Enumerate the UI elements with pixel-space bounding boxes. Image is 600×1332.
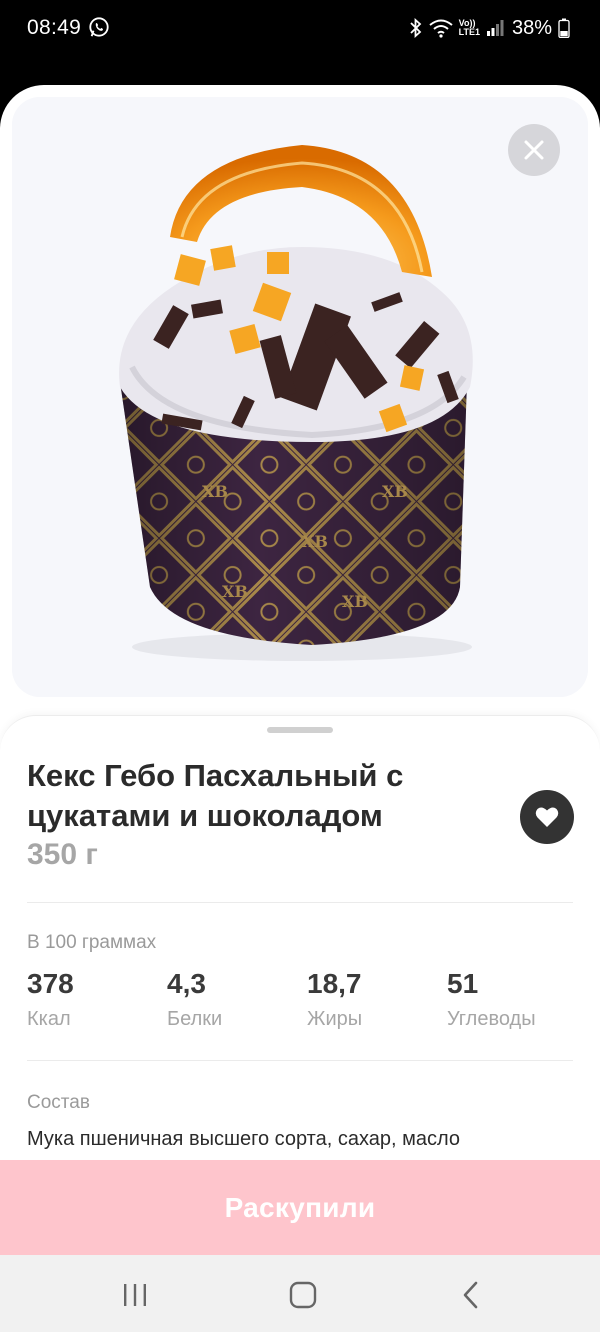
bluetooth-icon xyxy=(409,18,421,38)
status-icons: Vo)) LTE1 38% xyxy=(409,16,570,40)
wifi-icon xyxy=(428,19,453,38)
nutrition-item-kcal: 378 Ккал xyxy=(27,968,74,1031)
back-button[interactable] xyxy=(451,1275,491,1315)
wrapper-monogram: ХВ xyxy=(382,482,408,501)
close-button[interactable] xyxy=(508,124,560,176)
nutrition-item-protein: 4,3 Белки xyxy=(167,968,222,1031)
divider xyxy=(27,1060,573,1061)
drag-handle[interactable] xyxy=(267,727,333,733)
nutrition-value: 51 xyxy=(447,968,479,999)
nutrition-unit: Ккал xyxy=(27,1008,71,1030)
back-icon xyxy=(463,1281,478,1309)
signal-icon xyxy=(486,20,504,36)
nutrition-unit: Углеводы xyxy=(447,1008,536,1030)
product-image: ХВ ХВ ХВ ХВ ХВ xyxy=(12,97,588,697)
home-button[interactable] xyxy=(283,1275,323,1315)
nutrition-item-fat: 18,7 Жиры xyxy=(307,968,362,1031)
product-sheet: ХВ ХВ ХВ ХВ ХВ Кекс Гебо Пасхальный с цу… xyxy=(0,85,600,1255)
battery-percent: 38% xyxy=(511,16,552,39)
composition-label: Состав xyxy=(27,1092,90,1113)
product-title: Кекс Гебо Пасхальный с цукатами и шокола… xyxy=(27,758,404,833)
nutrition-value: 4,3 xyxy=(167,968,206,999)
wrapper-monogram: ХВ xyxy=(222,582,248,601)
status-time: 08:49 xyxy=(27,16,82,39)
nutrition-item-carbs: 51 Углеводы xyxy=(447,968,536,1031)
recent-apps-icon xyxy=(124,1284,146,1306)
nutrition-label: В 100 граммах xyxy=(27,932,157,953)
nutrition-value: 18,7 xyxy=(307,968,362,999)
divider xyxy=(27,902,573,903)
wrapper-monogram: ХВ xyxy=(342,592,368,611)
composition-text: Мука пшеничная высшего сорта, сахар, мас… xyxy=(27,1128,460,1150)
nutrition-value: 378 xyxy=(27,968,74,999)
product-weight: 350 г xyxy=(27,838,98,871)
nutrition-unit: Белки xyxy=(167,1008,223,1030)
volte-icon: Vo)) LTE1 xyxy=(459,19,480,37)
favorite-button[interactable] xyxy=(520,790,574,844)
wrapper-monogram: ХВ xyxy=(302,532,328,551)
home-icon xyxy=(289,1281,317,1309)
nutrition-facts: 378 Ккал 4,3 Белки 18,7 Жиры 51 Углеводы xyxy=(27,968,587,1038)
battery-icon xyxy=(558,18,570,38)
system-nav-bar xyxy=(0,1255,600,1332)
nutrition-unit: Жиры xyxy=(307,1008,363,1030)
heart-icon xyxy=(535,807,559,827)
sold-out-label: Раскупили xyxy=(224,1191,376,1223)
wrapper-monogram: ХВ xyxy=(202,482,228,501)
sold-out-button[interactable]: Раскупили xyxy=(0,1160,600,1255)
close-icon xyxy=(524,140,544,160)
volte-bottom: LTE1 xyxy=(458,27,480,37)
whatsapp-icon xyxy=(89,17,109,37)
recent-apps-button[interactable] xyxy=(115,1275,155,1315)
status-bar: 08:49 Vo)) LTE1 38% xyxy=(0,0,600,60)
